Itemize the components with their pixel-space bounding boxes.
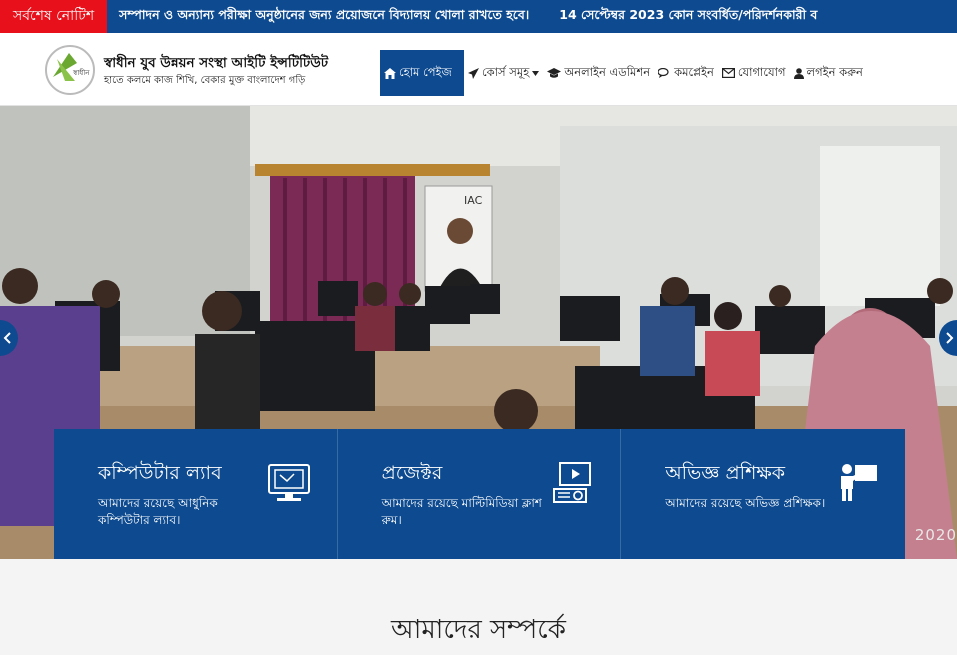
about-title: আমাদের সম্পর্কে	[391, 615, 566, 645]
about-section: আমাদের সম্পর্কে	[0, 559, 957, 655]
svg-text:স্বাধীন: স্বাধীন	[72, 68, 90, 77]
projector-icon	[553, 462, 592, 503]
notice-label: সর্বশেষ নোটিশ	[0, 0, 108, 33]
poster-text: IAC	[464, 194, 483, 207]
user-icon	[793, 67, 804, 79]
graduation-cap-icon	[547, 67, 562, 78]
feature-title: প্রজেক্টর	[381, 462, 443, 484]
site-header: স্বাধীন স্বাধীন যুব উন্নয়ন সংস্থা আইটি …	[0, 33, 957, 106]
feature-title: অভিজ্ঞ প্রশিক্ষক	[665, 462, 786, 484]
feature-desc: আমাদের রয়েছে আধুনিক কম্পিউটার ল্যাব।	[98, 496, 218, 527]
notice-item[interactable]: 14 সেপ্টেম্বর 2023 কোন সংবর্ধিত/পরিদর্শন…	[559, 7, 817, 27]
brand-tagline: হাতে কলমে কাজ শিখি, বেকার মুক্ত বাংলাদেশ…	[104, 75, 306, 86]
nav-admission[interactable]: অনলাইন এডমিশন	[543, 50, 654, 96]
chevron-right-icon	[946, 332, 954, 344]
caret-down-icon	[532, 70, 540, 76]
chevron-left-icon	[3, 332, 11, 344]
envelope-icon	[721, 68, 735, 78]
notice-item[interactable]: সম্পাদন ও অন্যান্য পরীক্ষা অনুষ্ঠানের জন…	[119, 7, 529, 27]
home-icon	[384, 67, 396, 79]
page: সর্বশেষ নোটিশ সম্পাদন ও অন্যান্য পরীক্ষা…	[0, 0, 957, 655]
nav-admission-label: অনলাইন এডমিশন	[564, 64, 651, 79]
photo-year-stamp: 2020	[914, 526, 957, 544]
feature-trainer: অভিজ্ঞ প্রশিক্ষক আমাদের রয়েছে অভিজ্ঞ প্…	[621, 429, 905, 559]
nav-courses[interactable]: কোর্স সমূহ	[464, 50, 543, 96]
paper-plane-icon	[468, 67, 479, 79]
main-nav: হোম পেইজ কোর্স সমূহ অনলাইন এডমিশন কমপ্লে…	[380, 50, 867, 96]
feature-desc: আমাদের রয়েছে অভিজ্ঞ প্রশিক্ষক।	[665, 496, 826, 510]
feature-boxes: কম্পিউটার ল্যাব আমাদের রয়েছে আধুনিক কম্…	[54, 429, 905, 559]
nav-login-label: লগইন করুন	[806, 64, 863, 79]
nav-complain[interactable]: কমপ্লেইন	[654, 50, 718, 96]
feature-projector: প্রজেক্টর আমাদের রয়েছে মাল্টিমিডিয়া ক্…	[337, 429, 622, 559]
nav-contact[interactable]: যোগাযোগ	[718, 50, 790, 96]
nav-home-label: হোম পেইজ	[399, 64, 452, 79]
nav-courses-label: কোর্স সমূহ	[482, 64, 530, 79]
comments-icon	[658, 67, 669, 78]
nav-contact-label: যোগাযোগ	[737, 64, 786, 79]
feature-computer-lab: কম্পিউটার ল্যাব আমাদের রয়েছে আধুনিক কম্…	[54, 429, 338, 559]
nav-login[interactable]: লগইন করুন	[790, 50, 867, 96]
feature-title: কম্পিউটার ল্যাব	[98, 462, 222, 484]
trainer-icon	[840, 464, 877, 501]
nav-complain-label: কমপ্লেইন	[674, 64, 714, 79]
computer-lab-icon	[267, 464, 310, 501]
site-logo[interactable]: স্বাধীন	[45, 45, 95, 95]
notice-bar: সর্বশেষ নোটিশ সম্পাদন ও অন্যান্য পরীক্ষা…	[0, 0, 957, 33]
feature-desc: আমাদের রয়েছে মাল্টিমিডিয়া ক্লাশ রুম।	[381, 496, 542, 527]
brand-title[interactable]: স্বাধীন যুব উন্নয়ন সংস্থা আইটি ইন্সটিটি…	[104, 52, 328, 75]
notice-marquee[interactable]: সম্পাদন ও অন্যান্য পরীক্ষা অনুষ্ঠানের জন…	[107, 7, 817, 27]
nav-home[interactable]: হোম পেইজ	[380, 50, 464, 96]
